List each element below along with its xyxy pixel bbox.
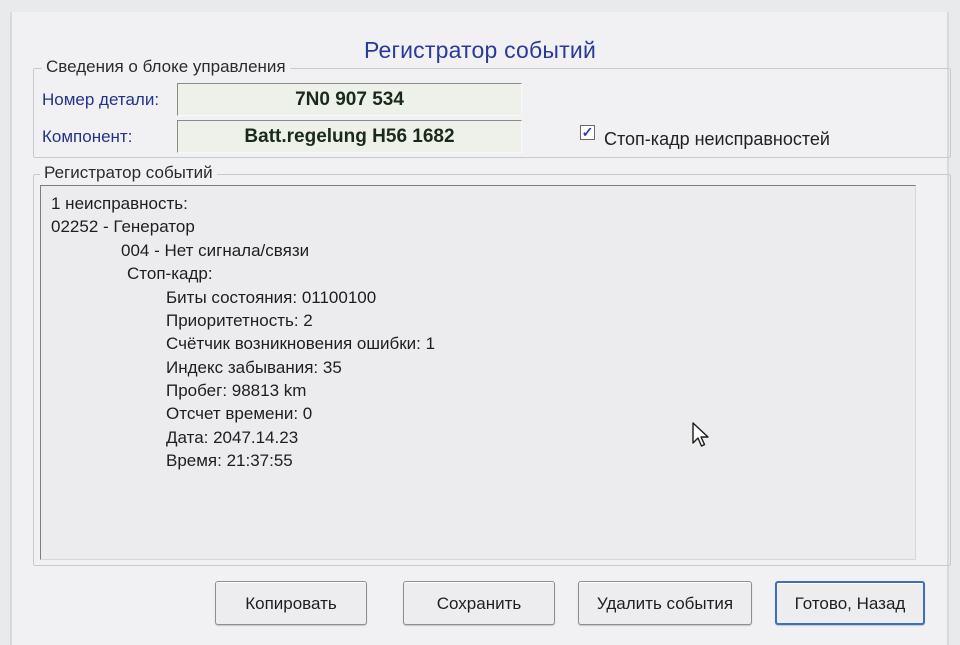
log-line-fault-code: 02252 - Генератор <box>51 217 195 236</box>
log-line-date: Дата: 2047.14.23 <box>166 428 299 447</box>
done-back-button[interactable]: Готово, Назад <box>775 581 925 625</box>
log-line-time-counter: Отсчет времени: 0 <box>166 404 313 423</box>
event-log-group-label: Регистратор событий <box>40 163 217 183</box>
log-line-forgetting-index: Индекс забывания: 35 <box>166 358 342 377</box>
log-line-time: Время: 21:37:55 <box>166 451 293 470</box>
copy-button[interactable]: Копировать <box>215 581 367 625</box>
freeze-frame-checkbox[interactable]: ✓ <box>580 125 595 140</box>
save-button[interactable]: Сохранить <box>403 581 555 625</box>
log-line-occurrence-counter: Счётчик возникновения ошибки: 1 <box>166 334 436 353</box>
part-number-label: Номер детали: <box>42 90 160 109</box>
mouse-pointer-icon <box>692 422 709 447</box>
component-label: Компонент: <box>42 127 133 146</box>
component-field: Batt.regelung H56 1682 <box>177 120 522 153</box>
event-log-textarea[interactable]: 1 неисправность: 02252 - Генератор 004 -… <box>40 185 916 560</box>
freeze-frame-checkbox-label[interactable]: Стоп-кадр неисправностей <box>604 129 830 150</box>
control-unit-group-label: Сведения о блоке управления <box>42 57 290 77</box>
log-line-fault-description: 004 - Нет сигнала/связи <box>121 241 310 260</box>
log-line-mileage: Пробег: 98813 km <box>166 381 307 400</box>
log-line-status-bits: Биты состояния: 01100100 <box>166 288 377 307</box>
log-line-priority: Приоритетность: 2 <box>166 311 313 330</box>
part-number-field: 7N0 907 534 <box>177 83 522 116</box>
log-line-fault-count: 1 неисправность: <box>51 194 188 213</box>
log-line-freeze-frame-heading: Стоп-кадр: <box>127 264 213 283</box>
delete-events-button[interactable]: Удалить события <box>578 581 752 625</box>
